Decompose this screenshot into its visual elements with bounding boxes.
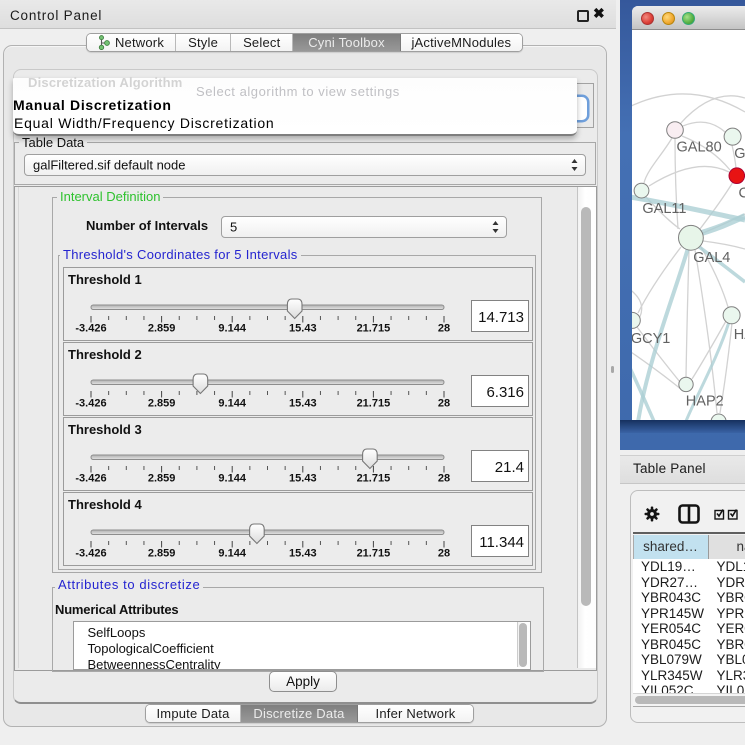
svg-text:15.43: 15.43: [289, 473, 317, 485]
svg-text:9.144: 9.144: [218, 548, 246, 560]
svg-text:28: 28: [438, 398, 450, 410]
svg-text:2.859: 2.859: [148, 473, 176, 485]
svg-text:2.859: 2.859: [148, 323, 176, 335]
svg-text:HA: HA: [734, 327, 745, 343]
svg-text:GAL80: GAL80: [677, 140, 722, 156]
svg-text:GAL4: GAL4: [693, 250, 730, 266]
svg-text:GA: GA: [734, 146, 745, 162]
svg-text:15.43: 15.43: [289, 548, 317, 560]
svg-text:-3.426: -3.426: [75, 398, 106, 410]
svg-text:-3.426: -3.426: [75, 473, 106, 485]
svg-text:-3.426: -3.426: [75, 323, 106, 335]
svg-text:9.144: 9.144: [218, 473, 246, 485]
svg-text:21.715: 21.715: [357, 398, 391, 410]
svg-text:2.859: 2.859: [148, 398, 176, 410]
svg-text:21.715: 21.715: [357, 323, 391, 335]
svg-text:HAP2: HAP2: [686, 394, 724, 410]
svg-text:15.43: 15.43: [289, 323, 317, 335]
svg-text:9.144: 9.144: [218, 323, 246, 335]
svg-text:9.144: 9.144: [218, 398, 246, 410]
svg-text:28: 28: [438, 548, 450, 560]
svg-text:GCY1: GCY1: [632, 331, 670, 347]
svg-text:GAL11: GAL11: [642, 201, 686, 217]
svg-text:15.43: 15.43: [289, 398, 317, 410]
svg-text:21.715: 21.715: [357, 548, 391, 560]
svg-text:-3.426: -3.426: [75, 548, 106, 560]
svg-text:CY: CY: [739, 186, 745, 202]
svg-text:2.859: 2.859: [148, 548, 176, 560]
svg-text:28: 28: [438, 323, 450, 335]
svg-text:28: 28: [438, 473, 450, 485]
svg-text:21.715: 21.715: [357, 473, 391, 485]
